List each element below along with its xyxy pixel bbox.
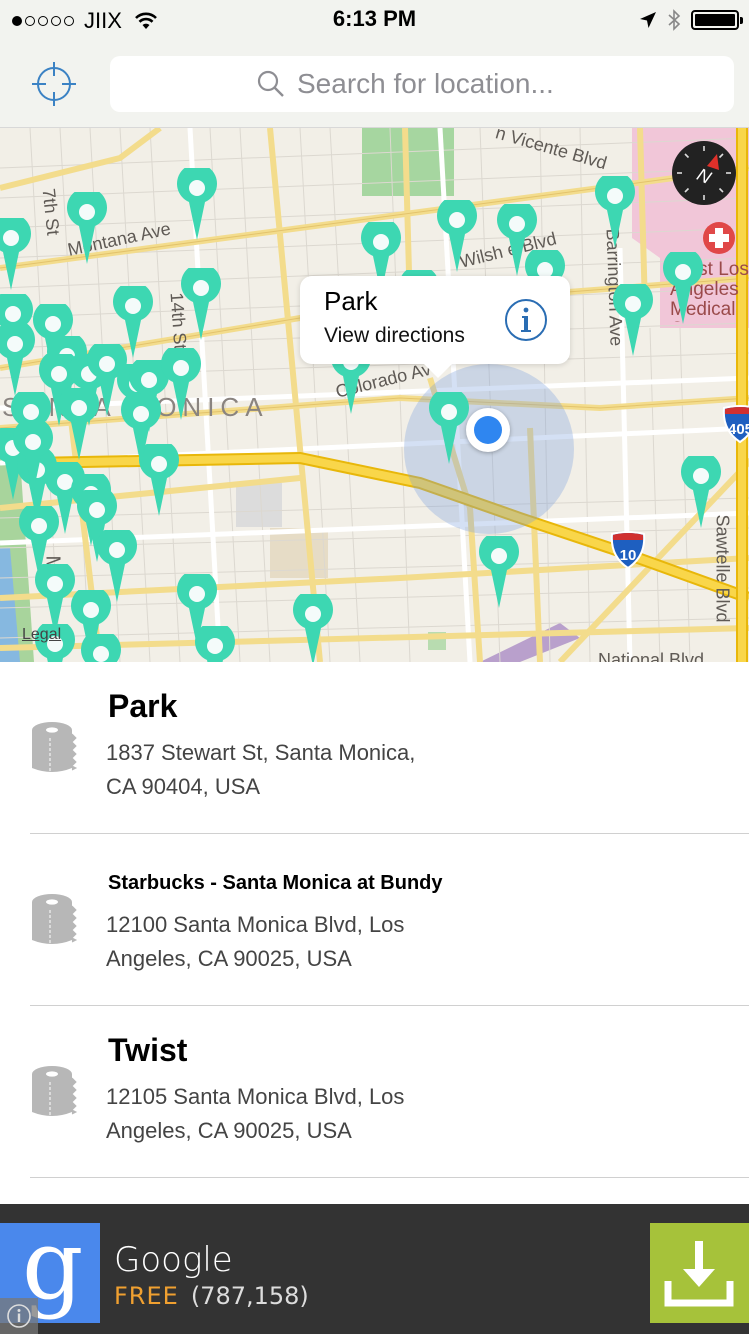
map-callout[interactable]: Park View directions bbox=[300, 276, 570, 378]
result-address-line2: Angeles, CA 90025, USA bbox=[106, 1118, 352, 1143]
map-pin-icon[interactable] bbox=[612, 284, 654, 358]
map-pin-icon[interactable] bbox=[12, 422, 54, 496]
location-arrow-icon bbox=[640, 12, 656, 28]
toilet-paper-icon bbox=[32, 1066, 78, 1116]
result-name: Starbucks - Santa Monica at Bundy bbox=[108, 872, 443, 894]
interstate-10-shield: 10 bbox=[610, 531, 646, 570]
download-icon bbox=[664, 1241, 734, 1307]
search-field[interactable] bbox=[110, 56, 734, 112]
map-pin-icon[interactable] bbox=[594, 176, 636, 250]
result-item-park[interactable]: Park 1837 Stewart St, Santa Monica, CA 9… bbox=[0, 662, 749, 834]
map-pin-icon[interactable] bbox=[66, 192, 108, 266]
map-pin-icon[interactable] bbox=[180, 268, 222, 342]
callout-title: Park bbox=[324, 286, 378, 316]
result-address-line2: Angeles, CA 90025, USA bbox=[106, 946, 352, 971]
map-pin-icon[interactable] bbox=[120, 394, 162, 468]
results-list: Park 1837 Stewart St, Santa Monica, CA 9… bbox=[0, 662, 749, 1178]
list-divider bbox=[30, 1177, 749, 1178]
map-pin-icon[interactable] bbox=[428, 392, 470, 466]
crosshair-icon[interactable] bbox=[28, 58, 80, 110]
map-pin-icon[interactable] bbox=[160, 348, 202, 422]
interstate-405-shield: 405 bbox=[722, 405, 749, 444]
svg-text:405: 405 bbox=[728, 421, 749, 438]
result-address: 12105 Santa Monica Blvd, Los Angeles, CA… bbox=[106, 1080, 506, 1148]
toilet-paper-icon bbox=[32, 894, 78, 944]
status-bar: JIIX 6:13 PM bbox=[0, 0, 749, 40]
result-name: Park bbox=[108, 688, 178, 724]
street-label-national: National Blvd bbox=[598, 650, 705, 662]
result-address-line1: 12105 Santa Monica Blvd, Los bbox=[106, 1084, 405, 1109]
result-address-line1: 1837 Stewart St, Santa Monica, bbox=[106, 740, 416, 765]
ad-banner[interactable]: g Google FREE (787,158) bbox=[0, 1204, 749, 1334]
clock: 6:13 PM bbox=[332, 6, 417, 31]
result-address-line1: 12100 Santa Monica Blvd, Los bbox=[106, 912, 405, 937]
search-icon bbox=[257, 70, 284, 97]
ad-app-name: Google bbox=[114, 1240, 233, 1280]
ad-meta: FREE (787,158) bbox=[114, 1282, 309, 1310]
map-pin-icon[interactable] bbox=[0, 324, 36, 398]
result-address: 1837 Stewart St, Santa Monica, CA 90404,… bbox=[106, 736, 506, 804]
map-pin-icon[interactable] bbox=[662, 252, 704, 326]
bluetooth-icon bbox=[668, 9, 681, 31]
info-icon[interactable] bbox=[504, 298, 548, 342]
view-directions-link[interactable]: View directions bbox=[324, 324, 465, 348]
street-label-sawtelle: Sawtelle Blvd bbox=[712, 514, 733, 623]
toilet-paper-icon bbox=[32, 722, 78, 772]
search-input[interactable] bbox=[297, 68, 587, 100]
ad-download-button[interactable] bbox=[650, 1223, 749, 1323]
ad-price: FREE bbox=[114, 1282, 179, 1310]
ad-rating-count: (787,158) bbox=[190, 1282, 309, 1310]
map-view[interactable]: 7th St Montana Ave 14th St n Vicente Blv… bbox=[0, 128, 749, 662]
map-pin-icon[interactable] bbox=[292, 594, 334, 662]
map-pin-icon[interactable] bbox=[194, 626, 236, 662]
map-pin-icon[interactable] bbox=[0, 218, 32, 292]
legal-link[interactable]: Legal bbox=[22, 626, 61, 644]
svg-text:10: 10 bbox=[620, 547, 637, 564]
map-pin-icon[interactable] bbox=[58, 388, 100, 462]
ad-info-icon[interactable] bbox=[0, 1298, 38, 1334]
map-pin-icon[interactable] bbox=[80, 634, 122, 662]
result-name: Twist bbox=[108, 1032, 188, 1068]
map-pin-icon[interactable] bbox=[680, 456, 722, 530]
user-location-dot bbox=[466, 408, 510, 452]
search-header bbox=[0, 40, 749, 128]
battery-icon bbox=[691, 10, 743, 30]
map-pin-icon[interactable] bbox=[176, 168, 218, 242]
compass-button[interactable]: N bbox=[671, 140, 737, 206]
result-item-starbucks[interactable]: Starbucks - Santa Monica at Bundy 12100 … bbox=[0, 834, 749, 1006]
hospital-icon bbox=[703, 222, 735, 254]
result-address: 12100 Santa Monica Blvd, Los Angeles, CA… bbox=[106, 908, 506, 976]
result-address-line2: CA 90404, USA bbox=[106, 774, 261, 799]
result-item-twist[interactable]: Twist 12105 Santa Monica Blvd, Los Angel… bbox=[0, 1006, 749, 1178]
map-pin-icon[interactable] bbox=[478, 536, 520, 610]
map-pin-icon[interactable] bbox=[436, 200, 478, 274]
